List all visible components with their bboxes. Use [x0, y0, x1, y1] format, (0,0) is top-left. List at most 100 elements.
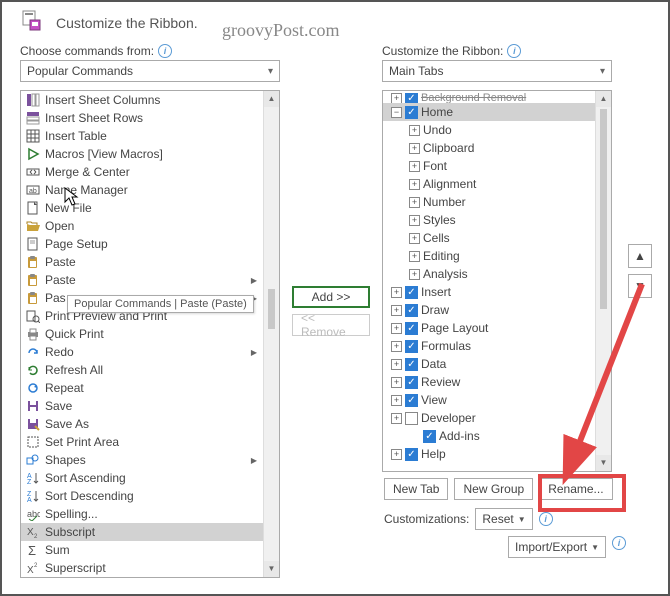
- command-item[interactable]: Save: [21, 397, 263, 415]
- expand-icon[interactable]: +: [409, 161, 420, 172]
- info-icon[interactable]: i: [507, 44, 521, 58]
- new-tab-button[interactable]: New Tab: [384, 478, 448, 500]
- checkbox[interactable]: ✓: [405, 358, 418, 371]
- tree-node[interactable]: +Alignment: [383, 175, 595, 193]
- command-item[interactable]: Shapes▶: [21, 451, 263, 469]
- command-item[interactable]: Macros [View Macros]: [21, 145, 263, 163]
- command-item[interactable]: abcSpelling...: [21, 505, 263, 523]
- tree-node[interactable]: +Font: [383, 157, 595, 175]
- command-item[interactable]: Save As: [21, 415, 263, 433]
- expand-icon[interactable]: +: [391, 413, 402, 424]
- expand-icon[interactable]: +: [409, 233, 420, 244]
- tree-node[interactable]: +Developer: [383, 409, 595, 427]
- checkbox[interactable]: ✓: [405, 286, 418, 299]
- checkbox[interactable]: ✓: [423, 430, 436, 443]
- scrollbar[interactable]: ▲ ▼: [595, 91, 611, 471]
- tree-node[interactable]: ✓Add-ins: [383, 427, 595, 445]
- expand-icon[interactable]: +: [409, 251, 420, 262]
- move-up-button[interactable]: ▲: [628, 244, 652, 268]
- tree-node[interactable]: +✓Page Layout: [383, 319, 595, 337]
- tree-node[interactable]: +✓View: [383, 391, 595, 409]
- tree-node[interactable]: −✓Home: [383, 103, 595, 121]
- info-icon[interactable]: i: [539, 512, 553, 526]
- tree-node[interactable]: +✓Review: [383, 373, 595, 391]
- command-item[interactable]: Insert Sheet Columns: [21, 91, 263, 109]
- expand-icon[interactable]: +: [391, 449, 402, 460]
- tree-node[interactable]: +Number: [383, 193, 595, 211]
- command-item[interactable]: New File: [21, 199, 263, 217]
- info-icon[interactable]: i: [158, 44, 172, 58]
- expand-icon[interactable]: +: [409, 197, 420, 208]
- checkbox[interactable]: [405, 412, 418, 425]
- expand-icon[interactable]: +: [409, 179, 420, 190]
- tree-node[interactable]: +✓Draw: [383, 301, 595, 319]
- command-item[interactable]: Open: [21, 217, 263, 235]
- scroll-down-icon[interactable]: ▼: [264, 561, 279, 577]
- tree-node[interactable]: +✓Data: [383, 355, 595, 373]
- command-item[interactable]: Set Print Area: [21, 433, 263, 451]
- reset-dropdown[interactable]: Reset▼: [475, 508, 532, 530]
- import-export-dropdown[interactable]: Import/Export▼: [508, 536, 606, 558]
- scrollbar[interactable]: ▲ ▼: [263, 91, 279, 577]
- move-down-button[interactable]: ▼: [628, 274, 652, 298]
- columns-icon: [25, 92, 41, 108]
- scroll-up-icon[interactable]: ▲: [596, 91, 611, 107]
- tree-node[interactable]: +✓Help: [383, 445, 595, 463]
- checkbox[interactable]: ✓: [405, 376, 418, 389]
- expand-icon[interactable]: +: [409, 143, 420, 154]
- command-item[interactable]: Quick Print: [21, 325, 263, 343]
- checkbox[interactable]: ✓: [405, 448, 418, 461]
- tree-node[interactable]: +Clipboard: [383, 139, 595, 157]
- tree-node[interactable]: +Styles: [383, 211, 595, 229]
- command-item[interactable]: Paste▶: [21, 271, 263, 289]
- expand-icon[interactable]: +: [391, 287, 402, 298]
- customize-ribbon-combo[interactable]: Main Tabs ▾: [382, 60, 612, 82]
- expand-icon[interactable]: +: [391, 341, 402, 352]
- tree-node[interactable]: +Editing: [383, 247, 595, 265]
- tree-node[interactable]: +Undo: [383, 121, 595, 139]
- checkbox[interactable]: ✓: [405, 322, 418, 335]
- expand-icon[interactable]: +: [409, 269, 420, 280]
- add-button[interactable]: Add >>: [292, 286, 370, 308]
- command-item[interactable]: ZASort Descending: [21, 487, 263, 505]
- expand-icon[interactable]: +: [391, 395, 402, 406]
- command-item[interactable]: AZSort Ascending: [21, 469, 263, 487]
- command-item[interactable]: Paste: [21, 253, 263, 271]
- tree-node[interactable]: +✓Insert: [383, 283, 595, 301]
- tree-node[interactable]: +✓Background Removal: [383, 93, 595, 103]
- command-item[interactable]: Page Setup: [21, 235, 263, 253]
- checkbox[interactable]: ✓: [405, 340, 418, 353]
- checkbox[interactable]: ✓: [405, 394, 418, 407]
- tree-node[interactable]: +✓Formulas: [383, 337, 595, 355]
- collapse-icon[interactable]: −: [391, 107, 402, 118]
- expand-icon[interactable]: +: [409, 125, 420, 136]
- command-item[interactable]: X2Subscript: [21, 523, 263, 541]
- info-icon[interactable]: i: [612, 536, 626, 550]
- scroll-down-icon[interactable]: ▼: [596, 455, 611, 471]
- checkbox[interactable]: ✓: [405, 106, 418, 119]
- command-item[interactable]: Merge & Center: [21, 163, 263, 181]
- tree-node[interactable]: +Cells: [383, 229, 595, 247]
- command-item[interactable]: Repeat: [21, 379, 263, 397]
- command-item[interactable]: Insert Table: [21, 127, 263, 145]
- expand-icon[interactable]: +: [391, 359, 402, 370]
- svg-text:X: X: [27, 527, 34, 538]
- expand-icon[interactable]: +: [391, 305, 402, 316]
- command-item[interactable]: abName Manager: [21, 181, 263, 199]
- expand-icon[interactable]: +: [391, 323, 402, 334]
- expand-icon[interactable]: +: [391, 377, 402, 388]
- command-item[interactable]: X2Superscript: [21, 559, 263, 577]
- commands-listbox[interactable]: Insert Sheet ColumnsInsert Sheet RowsIns…: [20, 90, 280, 578]
- rename-button[interactable]: Rename...: [539, 478, 612, 500]
- expand-icon[interactable]: +: [409, 215, 420, 226]
- new-group-button[interactable]: New Group: [454, 478, 533, 500]
- command-item[interactable]: Refresh All: [21, 361, 263, 379]
- checkbox[interactable]: ✓: [405, 304, 418, 317]
- scroll-up-icon[interactable]: ▲: [264, 91, 279, 107]
- command-item[interactable]: Redo▶: [21, 343, 263, 361]
- choose-commands-combo[interactable]: Popular Commands ▾: [20, 60, 280, 82]
- tree-node[interactable]: +Analysis: [383, 265, 595, 283]
- command-item[interactable]: Insert Sheet Rows: [21, 109, 263, 127]
- ribbon-tree[interactable]: +✓Background Removal−✓Home+Undo+Clipboar…: [382, 90, 612, 472]
- command-item[interactable]: ΣSum: [21, 541, 263, 559]
